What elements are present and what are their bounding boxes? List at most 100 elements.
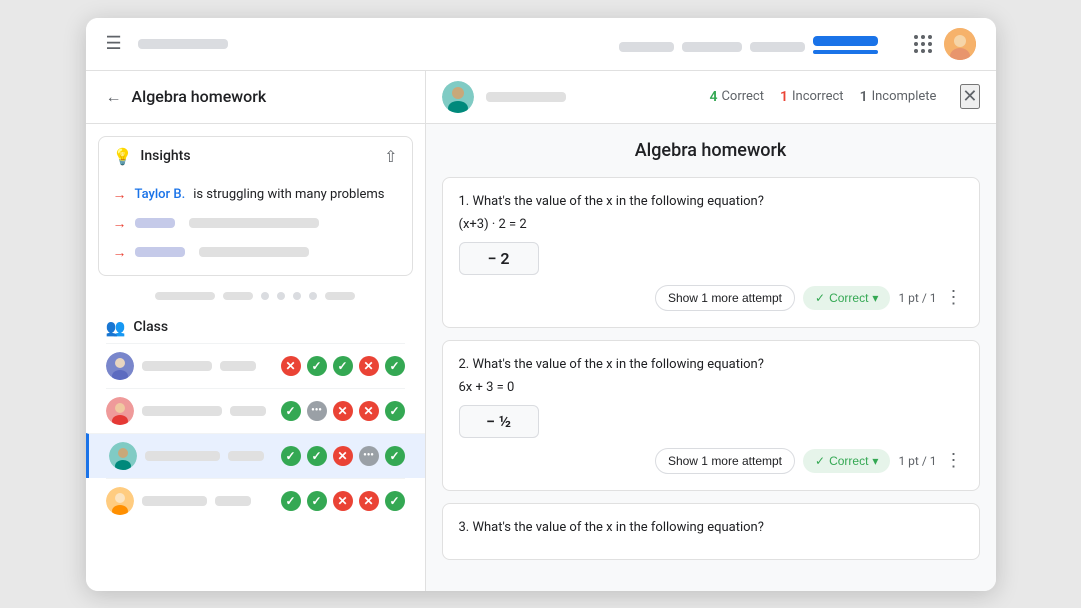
badge-check-1b: ✓: [333, 356, 353, 376]
badge-check-2b: ✓: [385, 401, 405, 421]
badge-x-3a: ✕: [333, 446, 353, 466]
sidebar-title: Algebra homework: [132, 87, 267, 106]
question-eq-1: (x+3) · 2 = 2: [459, 217, 963, 232]
student-badges-1: ✕ ✓ ✓ ✕ ✓: [281, 356, 405, 376]
insight-item-2: →: [99, 209, 412, 238]
question-card-1: 1. What's the value of the x in the foll…: [442, 177, 980, 328]
insight-text-1: is struggling with many problems: [193, 187, 384, 202]
student-row-1[interactable]: ✕ ✓ ✓ ✕ ✓: [106, 343, 405, 388]
student-badges-2: ✓ ••• ✕ ✕ ✓: [281, 401, 405, 421]
badge-check-4a: ✓: [281, 491, 301, 511]
questions-area: Algebra homework 1. What's the value of …: [426, 124, 996, 591]
insight-placeholder-3a: [135, 247, 185, 257]
sidebar: ← Algebra homework 💡 Insights ⇧ → Taylor: [86, 71, 426, 591]
more-options-btn-2[interactable]: ⋮: [945, 450, 963, 471]
incomplete-num: 1: [860, 89, 868, 105]
insights-header[interactable]: 💡 Insights ⇧: [99, 137, 412, 176]
correct-status-btn-2[interactable]: ✓ Correct ▾: [803, 449, 890, 473]
badge-check-3b: ✓: [307, 446, 327, 466]
correct-status-btn-1[interactable]: ✓ Correct ▾: [803, 286, 890, 310]
arrow-right-icon-1: →: [113, 186, 127, 203]
student-avatar-1: [106, 352, 134, 380]
page-placeholder-1: [155, 292, 215, 300]
student-avatar-3: [109, 442, 137, 470]
insight-placeholder-2a: [135, 218, 175, 228]
class-label: Class: [133, 319, 168, 335]
question-card-2: 2. What's the value of the x in the foll…: [442, 340, 980, 491]
nav-right: [914, 28, 976, 60]
student-score-1: [220, 361, 256, 371]
badge-x-2b: ✕: [359, 401, 379, 421]
insight-placeholder-2b: [189, 218, 319, 228]
student-avatar-4: [106, 487, 134, 515]
question-text-3: 3. What's the value of the x in the foll…: [459, 520, 963, 535]
user-avatar[interactable]: [944, 28, 976, 60]
page-dot-1: [261, 292, 269, 300]
badge-x-4b: ✕: [359, 491, 379, 511]
app-grid-icon[interactable]: [914, 35, 932, 53]
right-panel: 4 Correct 1 Incorrect 1 Incomplete ✕ A: [426, 71, 996, 591]
question-text-1: 1. What's the value of the x in the foll…: [459, 194, 963, 209]
show-attempt-btn-1[interactable]: Show 1 more attempt: [655, 285, 795, 311]
insight-student-name[interactable]: Taylor B.: [135, 187, 186, 202]
student-row-3[interactable]: ✓ ✓ ✕ ••• ✓: [86, 433, 425, 478]
insights-card: 💡 Insights ⇧ → Taylor B. is struggling w…: [98, 136, 413, 276]
show-attempt-btn-2[interactable]: Show 1 more attempt: [655, 448, 795, 474]
question-eq-2: 6x + 3 = 0: [459, 380, 963, 395]
nav-tabs: [619, 36, 878, 52]
badge-dots-3: •••: [359, 446, 379, 466]
badge-dots-2: •••: [307, 401, 327, 421]
tab-4-active[interactable]: [813, 36, 878, 52]
incorrect-label: Incorrect: [792, 89, 844, 104]
student-header-avatar: [442, 81, 474, 113]
badge-x-2a: ✕: [333, 401, 353, 421]
student-detail-header: 4 Correct 1 Incorrect 1 Incomplete ✕: [426, 71, 996, 124]
more-options-btn-1[interactable]: ⋮: [945, 287, 963, 308]
bulb-icon: 💡: [113, 147, 133, 166]
pagination: [86, 284, 425, 308]
student-badges-4: ✓ ✓ ✕ ✕ ✓: [281, 491, 405, 511]
correct-num: 4: [709, 89, 717, 105]
insights-items: → Taylor B. is struggling with many prob…: [99, 176, 412, 275]
badge-x-4a: ✕: [333, 491, 353, 511]
student-score-2: [230, 406, 266, 416]
pts-label-2: 1 pt / 1: [898, 454, 936, 468]
chevron-down-icon-1: ▾: [872, 291, 878, 305]
student-header-name: [486, 92, 566, 102]
insights-header-left: 💡 Insights: [113, 147, 191, 166]
student-badges-3: ✓ ✓ ✕ ••• ✓: [281, 446, 405, 466]
tab-2[interactable]: [682, 42, 742, 52]
page-dot-3: [293, 292, 301, 300]
badge-check-3a: ✓: [281, 446, 301, 466]
page-dot-2: [277, 292, 285, 300]
badge-check-1c: ✓: [385, 356, 405, 376]
incomplete-score: 1 Incomplete: [860, 89, 937, 105]
score-section: 4 Correct 1 Incorrect 1 Incomplete: [697, 89, 936, 105]
badge-x-1b: ✕: [359, 356, 379, 376]
question-text-2: 2. What's the value of the x in the foll…: [459, 357, 963, 372]
badge-check-4b: ✓: [307, 491, 327, 511]
student-row-2[interactable]: ✓ ••• ✕ ✕ ✓: [106, 388, 405, 433]
student-row-4[interactable]: ✓ ✓ ✕ ✕ ✓: [106, 478, 405, 523]
insight-placeholder-3b: [199, 247, 309, 257]
student-name-3: [145, 451, 220, 461]
tab-3-label: [750, 42, 805, 52]
close-button[interactable]: ✕: [960, 84, 979, 109]
student-name-2: [142, 406, 222, 416]
insight-item-1: → Taylor B. is struggling with many prob…: [99, 180, 412, 209]
answer-box-2: − ½: [459, 405, 539, 438]
back-button[interactable]: ←: [106, 87, 122, 107]
check-icon-2: ✓: [815, 454, 825, 468]
tab-3[interactable]: [750, 42, 805, 52]
tab-1[interactable]: [619, 42, 674, 52]
question-footer-1: Show 1 more attempt ✓ Correct ▾ 1 pt / 1…: [459, 285, 963, 311]
insight-item-3: →: [99, 238, 412, 267]
incomplete-label: Incomplete: [872, 89, 937, 104]
question-card-3: 3. What's the value of the x in the foll…: [442, 503, 980, 560]
nav-title-placeholder: [138, 39, 228, 49]
insights-title: Insights: [140, 148, 190, 164]
tab-4-underline: [813, 50, 878, 54]
main-window: ☰: [86, 18, 996, 591]
hamburger-icon[interactable]: ☰: [106, 33, 122, 54]
answer-box-1: − 2: [459, 242, 539, 275]
